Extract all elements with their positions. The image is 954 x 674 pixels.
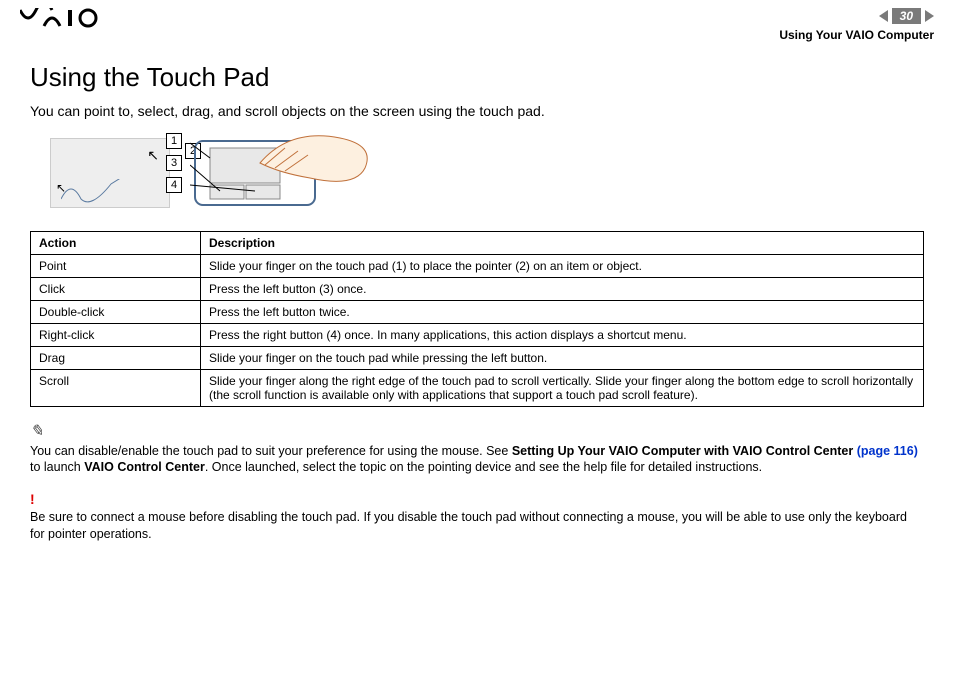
- next-page-button[interactable]: [925, 10, 934, 22]
- warning-block: ! Be sure to connect a mouse before disa…: [30, 490, 924, 543]
- table-row: ClickPress the left button (3) once.: [31, 278, 924, 301]
- callout-3: 3: [166, 155, 182, 171]
- cursor-start-icon: ↖: [56, 181, 66, 195]
- pointer-path-icon: [61, 179, 161, 209]
- warning-text: Be sure to connect a mouse before disabl…: [30, 510, 907, 541]
- callout-4: 4: [166, 177, 182, 193]
- note-link-label: Setting Up Your VAIO Computer with VAIO …: [512, 444, 853, 458]
- page-title: Using the Touch Pad: [30, 62, 924, 93]
- table-row: PointSlide your finger on the touch pad …: [31, 255, 924, 278]
- note-block: ✎ You can disable/enable the touch pad t…: [30, 421, 924, 476]
- vaio-logo: [20, 8, 108, 33]
- table-header-description: Description: [201, 232, 924, 255]
- touchpad-illustration: [190, 133, 380, 213]
- actions-table: Action Description PointSlide your finge…: [30, 231, 924, 407]
- screen-illustration: ↖ ↖: [50, 138, 170, 208]
- table-row: Right-clickPress the right button (4) on…: [31, 324, 924, 347]
- prev-page-button[interactable]: [879, 10, 888, 22]
- note-icon: ✎: [30, 423, 43, 440]
- illustration-row: ↖ ↖ 2 1 3 4: [50, 133, 924, 213]
- table-row: Double-clickPress the left button twice.: [31, 301, 924, 324]
- intro-text: You can point to, select, drag, and scro…: [30, 103, 924, 119]
- cursor-icon: ↖: [147, 147, 159, 164]
- table-row: ScrollSlide your finger along the right …: [31, 370, 924, 407]
- breadcrumb: Using Your VAIO Computer: [779, 28, 934, 42]
- callout-1: 1: [166, 133, 182, 149]
- warning-icon: !: [30, 491, 35, 507]
- page-number: 30: [892, 8, 921, 24]
- table-header-action: Action: [31, 232, 201, 255]
- page-ref-link[interactable]: (page 116): [857, 444, 918, 458]
- table-row: DragSlide your finger on the touch pad w…: [31, 347, 924, 370]
